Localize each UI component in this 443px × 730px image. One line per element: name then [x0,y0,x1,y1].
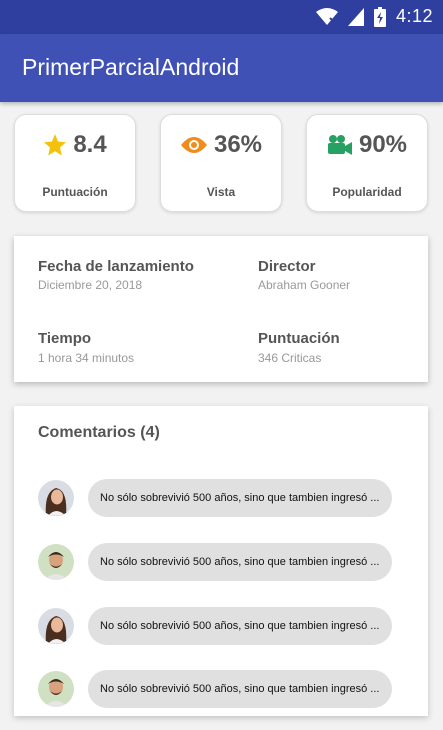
release-date-value: Diciembre 20, 2018 [38,278,143,292]
comment-bubble: No sólo sobrevivió 500 años, sino que ta… [88,479,392,517]
man-avatar [38,544,74,580]
popularity-card[interactable]: 90% Popularidad [306,114,428,212]
director-value: Abraham Gooner [258,278,351,292]
comment-bubble: No sólo sobrevivió 500 años, sino que ta… [88,543,392,581]
app-title: PrimerParcialAndroid [22,54,240,80]
battery-icon [373,6,386,27]
comment-item[interactable]: No sólo sobrevivió 500 años, sino que ta… [38,542,398,582]
popularity-label: Popularidad [332,185,402,199]
comment-item[interactable]: No sólo sobrevivió 500 años, sino que ta… [38,606,398,646]
video-camera-icon [327,135,352,155]
status-icons: 4:12 [315,6,433,27]
popularity-value: 90% [358,131,408,158]
movie-details-card: Fecha de lanzamiento Diciembre 20, 2018 … [14,236,428,382]
comment-item[interactable]: No sólo sobrevivió 500 años, sino que ta… [38,478,398,518]
status-bar: 4:12 [0,0,443,34]
comment-bubble: No sólo sobrevivió 500 años, sino que ta… [88,607,392,645]
director-label: Director [258,258,316,275]
wifi-icon [315,7,338,25]
app-bar: PrimerParcialAndroid [0,34,443,102]
duration-label: Tiempo [38,330,92,347]
comments-card: Comentarios (4) No sólo sobrevivió 500 a… [14,406,428,716]
signal-icon [347,7,364,26]
views-card[interactable]: 36% Vista [160,114,282,212]
reviews-label: Puntuación [258,330,340,347]
duration-value: 1 hora 34 minutos [38,351,135,365]
comment-bubble: No sólo sobrevivió 500 años, sino que ta… [88,670,392,708]
eye-icon [180,137,207,153]
star-icon [44,134,67,156]
rating-label: Puntuación [42,185,108,199]
rating-card[interactable]: 8.4 Puntuación [14,114,136,212]
views-value: 36% [213,131,263,158]
comment-item[interactable]: No sólo sobrevivió 500 años, sino que ta… [38,669,398,709]
reviews-value: 346 Criticas [258,351,322,365]
rating-value: 8.4 [73,131,107,158]
woman-avatar [38,480,74,516]
views-label: Vista [206,185,236,199]
release-date-label: Fecha de lanzamiento [38,258,194,275]
man-avatar [38,671,74,707]
woman-avatar [38,608,74,644]
status-time: 4:12 [395,6,433,26]
comments-title: Comentarios (4) [38,424,160,441]
